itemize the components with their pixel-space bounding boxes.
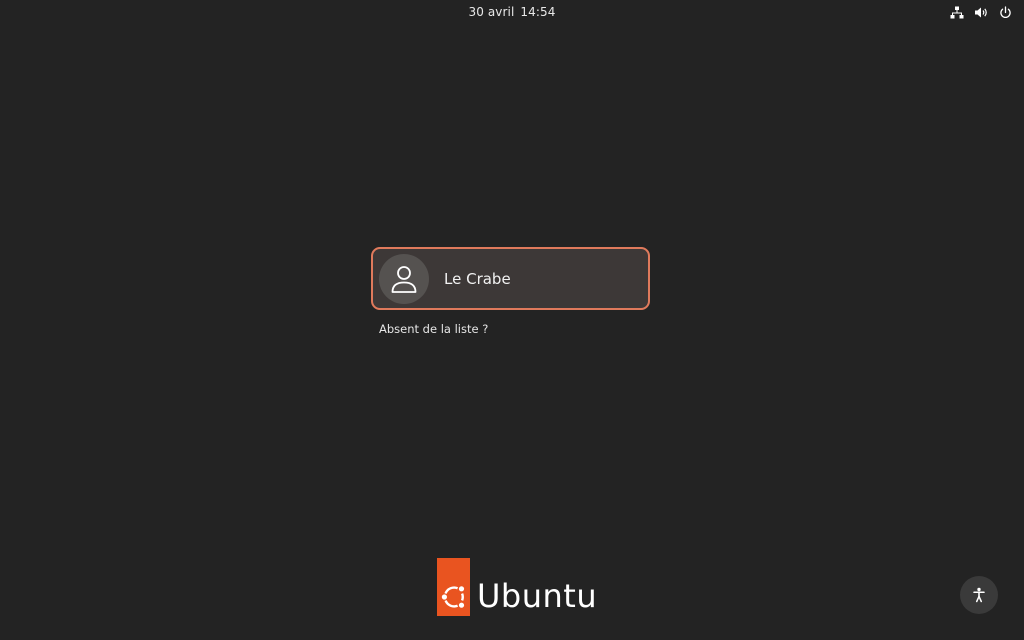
clock-time: 14:54 (520, 5, 556, 19)
ubuntu-logo: Ubuntu (437, 558, 597, 616)
accessibility-button[interactable] (960, 576, 998, 614)
volume-icon[interactable] (974, 5, 988, 19)
clock[interactable]: 30 avril 14:54 (0, 5, 1024, 19)
clock-date: 30 avril (468, 5, 515, 19)
ubuntu-badge (437, 558, 470, 616)
accessibility-icon (973, 587, 985, 603)
system-status-area[interactable] (950, 5, 1012, 19)
circle-of-friends-icon (441, 586, 464, 608)
top-bar: 30 avril 14:54 (0, 0, 1024, 26)
ubuntu-wordmark: Ubuntu (477, 577, 598, 615)
user-icon (391, 265, 417, 293)
login-screen: 30 avril 14:54 Le Crabe Absent de la lis… (0, 0, 1024, 640)
avatar (379, 253, 429, 304)
not-listed-button[interactable]: Absent de la liste ? (379, 322, 488, 336)
user-name: Le Crabe (444, 269, 511, 288)
power-icon[interactable] (998, 5, 1012, 19)
user-list-item[interactable]: Le Crabe (371, 247, 650, 310)
network-icon[interactable] (950, 5, 964, 19)
